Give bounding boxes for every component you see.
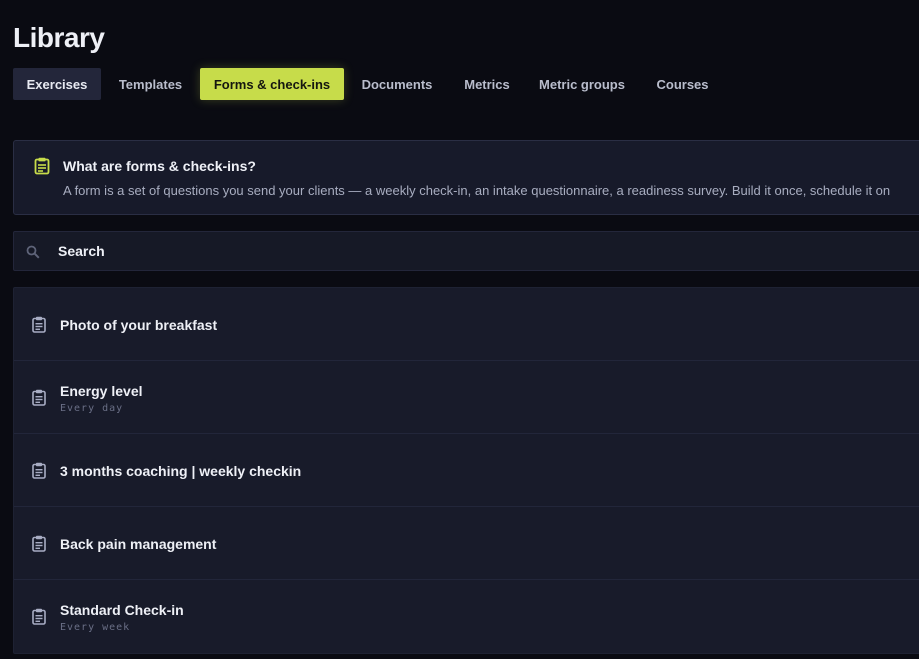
clipboard-icon bbox=[31, 608, 47, 625]
tab-forms-check-ins[interactable]: Forms & check-ins bbox=[200, 68, 344, 100]
form-name: Standard Check-in bbox=[60, 602, 184, 618]
info-heading: What are forms & check-ins? bbox=[63, 158, 256, 174]
clipboard-icon bbox=[33, 157, 51, 175]
tab-exercises[interactable]: Exercises bbox=[13, 68, 101, 100]
clipboard-icon bbox=[31, 389, 47, 406]
search-input[interactable] bbox=[58, 232, 918, 270]
form-name: 3 months coaching | weekly checkin bbox=[60, 463, 302, 479]
search-bar bbox=[13, 231, 919, 271]
form-name: Photo of your breakfast bbox=[60, 317, 218, 333]
clipboard-icon bbox=[31, 535, 47, 552]
info-banner: What are forms & check-ins? A form is a … bbox=[13, 140, 919, 215]
clipboard-icon bbox=[31, 462, 47, 479]
library-page: Library Exercises Templates Forms & chec… bbox=[0, 0, 919, 659]
form-schedule: Every week bbox=[60, 622, 131, 633]
page-title: Library bbox=[13, 22, 105, 53]
form-schedule: Every day bbox=[60, 403, 124, 414]
tab-templates[interactable]: Templates bbox=[101, 68, 200, 100]
tab-courses[interactable]: Courses bbox=[640, 68, 725, 100]
search-icon bbox=[26, 245, 40, 259]
tab-documents[interactable]: Documents bbox=[344, 68, 450, 100]
info-body: A form is a set of questions you send yo… bbox=[63, 183, 891, 198]
list-item[interactable]: 3 months coaching | weekly checkin bbox=[14, 434, 919, 507]
forms-list: Photo of your breakfast Energy level Eve… bbox=[13, 287, 919, 654]
form-name: Back pain management bbox=[60, 536, 217, 552]
list-item[interactable]: Back pain management bbox=[14, 507, 919, 580]
list-item[interactable]: Energy level Every day bbox=[14, 361, 919, 434]
tab-metrics[interactable]: Metrics bbox=[450, 68, 524, 100]
list-item[interactable]: Standard Check-in Every week bbox=[14, 580, 919, 653]
list-item[interactable]: Photo of your breakfast bbox=[14, 288, 919, 361]
form-name: Energy level bbox=[60, 383, 143, 399]
clipboard-icon bbox=[31, 316, 47, 333]
library-tabs: Exercises Templates Forms & check-ins Do… bbox=[13, 68, 725, 100]
tab-metric-groups[interactable]: Metric groups bbox=[524, 68, 640, 100]
